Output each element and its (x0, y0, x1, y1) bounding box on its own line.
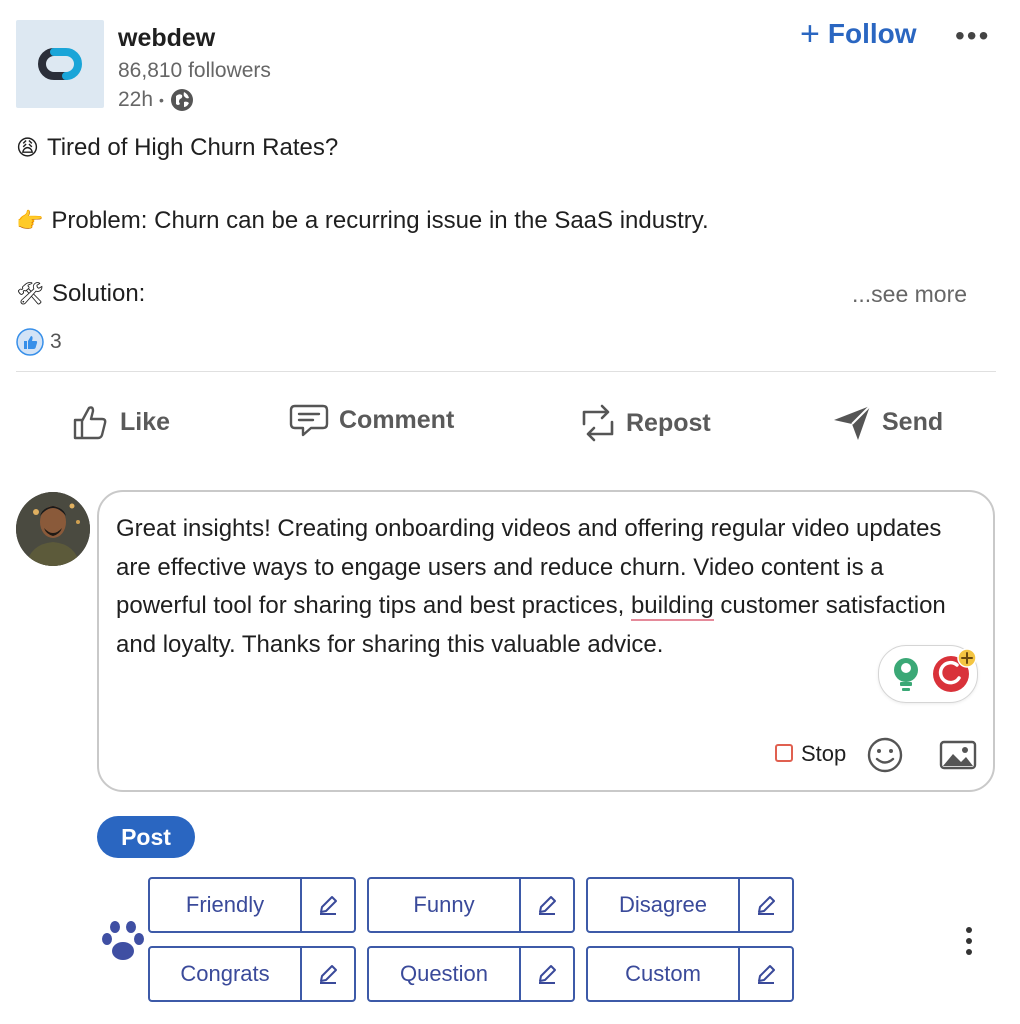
spellcheck-word[interactable]: building (630, 592, 714, 621)
user-avatar[interactable] (16, 492, 90, 566)
post-line-2: 👉 Problem: Churn can be a recurring issu… (16, 207, 709, 235)
like-button[interactable]: Like (72, 402, 170, 442)
company-name[interactable]: webdew (118, 24, 215, 53)
chip-label: Funny (413, 892, 475, 917)
follow-label: Follow (827, 18, 917, 49)
lightbulb-icon (894, 658, 918, 691)
divider (16, 371, 996, 372)
post-line-text: Solution: (51, 280, 146, 307)
chip-label: Friendly (185, 892, 265, 917)
repost-icon (582, 404, 614, 442)
paw-icon[interactable] (100, 920, 146, 967)
see-more-link[interactable]: ...see more (852, 281, 967, 308)
post-line-text: Problem: Churn can be a recurring issue … (51, 207, 709, 234)
comment-label: Comment (339, 405, 455, 434)
plus-icon: + (800, 15, 820, 53)
chip-label: Congrats (180, 961, 270, 986)
tone-chip-friendly[interactable]: Friendly (148, 877, 356, 933)
stop-label[interactable]: Stop (801, 741, 846, 767)
like-label: Like (120, 407, 171, 436)
comment-button[interactable]: Comment (289, 402, 454, 438)
pencil-icon[interactable] (521, 879, 573, 931)
stop-checkbox[interactable] (775, 744, 793, 762)
post-button[interactable]: Post (97, 816, 195, 858)
time-separator: • (159, 92, 164, 108)
repost-button[interactable]: Repost (580, 402, 711, 444)
webdew-logo-icon (38, 48, 82, 80)
tools-icon: 🛠 (16, 281, 44, 306)
reactions-summary[interactable]: 3 (16, 328, 62, 356)
grammar-assistant-icon (933, 648, 977, 692)
like-reaction-icon (16, 328, 44, 356)
chip-label: Question (399, 961, 489, 986)
image-icon[interactable] (939, 740, 977, 775)
pencil-icon[interactable] (740, 879, 792, 931)
tired-face-icon: 😩 (16, 135, 39, 160)
pencil-icon[interactable] (740, 948, 792, 1000)
post-line-1: 😩 Tired of High Churn Rates? (16, 134, 338, 162)
avatar-image (16, 492, 90, 566)
follow-button[interactable]: + Follow (800, 15, 917, 53)
comment-input[interactable]: Great insights! Creating onboarding vide… (116, 510, 946, 664)
chip-label: Custom (625, 961, 701, 986)
thumbs-up-icon (73, 406, 107, 440)
pencil-icon[interactable] (521, 948, 573, 1000)
ai-assistant-icons (894, 648, 977, 692)
chip-label: Disagree (618, 892, 708, 917)
tone-chip-question[interactable]: Question (367, 946, 575, 1002)
emoji-icon[interactable] (866, 736, 904, 779)
more-options-icon[interactable]: ••• (955, 20, 990, 52)
send-label: Send (882, 407, 944, 436)
reaction-count: 3 (50, 330, 62, 353)
time-label: 22h (118, 88, 154, 111)
tone-chip-disagree[interactable]: Disagree (586, 877, 794, 933)
globe-icon (170, 89, 193, 111)
followers-count: 86,810 followers (118, 59, 271, 82)
post-time: 22h • (118, 88, 194, 112)
pencil-icon[interactable] (302, 948, 354, 1000)
company-logo[interactable] (16, 20, 104, 108)
ai-assistant-widget[interactable] (878, 645, 978, 703)
tone-chip-congrats[interactable]: Congrats (148, 946, 356, 1002)
repost-label: Repost (626, 408, 711, 437)
send-button[interactable]: Send (832, 402, 943, 442)
post-line-text: Tired of High Churn Rates? (46, 134, 339, 161)
kebab-menu-icon[interactable] (962, 926, 976, 961)
post-line-3: 🛠 Solution: (16, 280, 145, 308)
tone-chip-funny[interactable]: Funny (367, 877, 575, 933)
tone-chip-custom[interactable]: Custom (586, 946, 794, 1002)
comment-icon (289, 404, 329, 437)
pointing-hand-icon: 👉 (16, 208, 44, 233)
send-icon (834, 405, 871, 440)
pencil-icon[interactable] (302, 879, 354, 931)
